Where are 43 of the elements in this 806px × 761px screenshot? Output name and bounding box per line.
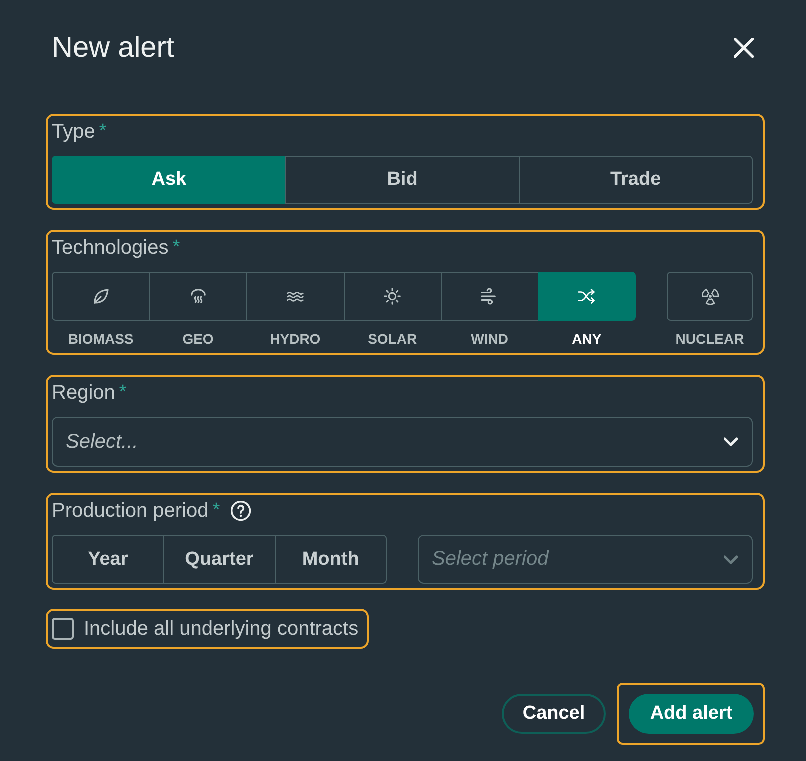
- field-label: Technologies: [52, 236, 169, 260]
- sun-icon: [384, 288, 402, 305]
- technology-button[interactable]: [52, 272, 150, 321]
- segment-button[interactable]: Bid: [285, 156, 520, 204]
- technology-label[interactable]: BIOMASS: [68, 329, 134, 349]
- field-label: Region: [52, 381, 116, 405]
- required-mark: *: [212, 499, 220, 523]
- segment-button[interactable]: Ask: [52, 156, 286, 204]
- shuffle-icon: [578, 288, 596, 305]
- technology-button[interactable]: [667, 272, 753, 321]
- technology-label[interactable]: HYDRO: [270, 329, 321, 349]
- segment-button[interactable]: Quarter: [163, 535, 276, 584]
- dialog-title: New alert: [52, 31, 174, 66]
- required-mark: *: [99, 120, 107, 144]
- add-alert-button[interactable]: Add alert: [629, 694, 754, 734]
- required-mark: *: [172, 236, 180, 260]
- help-icon[interactable]: [231, 501, 252, 521]
- checkbox-label[interactable]: Include all underlying contracts: [84, 617, 359, 641]
- close-icon: [734, 38, 754, 58]
- cancel-button[interactable]: Cancel: [502, 694, 606, 734]
- steam-icon: [190, 288, 207, 305]
- technology-label[interactable]: GEO: [182, 329, 214, 349]
- chevron-down-icon: [724, 554, 738, 564]
- technology-label[interactable]: ANY: [572, 329, 602, 349]
- field-label: Type: [52, 120, 96, 144]
- technology-button[interactable]: [246, 272, 345, 321]
- leaf-icon: [92, 288, 110, 305]
- close-button[interactable]: [734, 38, 754, 58]
- technology-label[interactable]: WIND: [471, 329, 508, 349]
- wind-icon: [481, 288, 498, 305]
- required-mark: *: [119, 381, 127, 405]
- radiation-icon: [702, 288, 718, 305]
- region-select[interactable]: Select...: [52, 417, 753, 467]
- chevron-down-icon: [724, 437, 738, 447]
- technology-label[interactable]: NUCLEAR: [676, 329, 744, 349]
- checkbox[interactable]: [52, 618, 74, 640]
- technology-button[interactable]: [149, 272, 248, 321]
- segment-button[interactable]: Trade: [518, 156, 753, 204]
- segment-button[interactable]: Year: [52, 535, 164, 584]
- technology-label[interactable]: SOLAR: [368, 329, 418, 349]
- field-label: Production period: [52, 499, 209, 523]
- segment-button[interactable]: Month: [274, 535, 387, 584]
- technology-button[interactable]: [344, 272, 442, 321]
